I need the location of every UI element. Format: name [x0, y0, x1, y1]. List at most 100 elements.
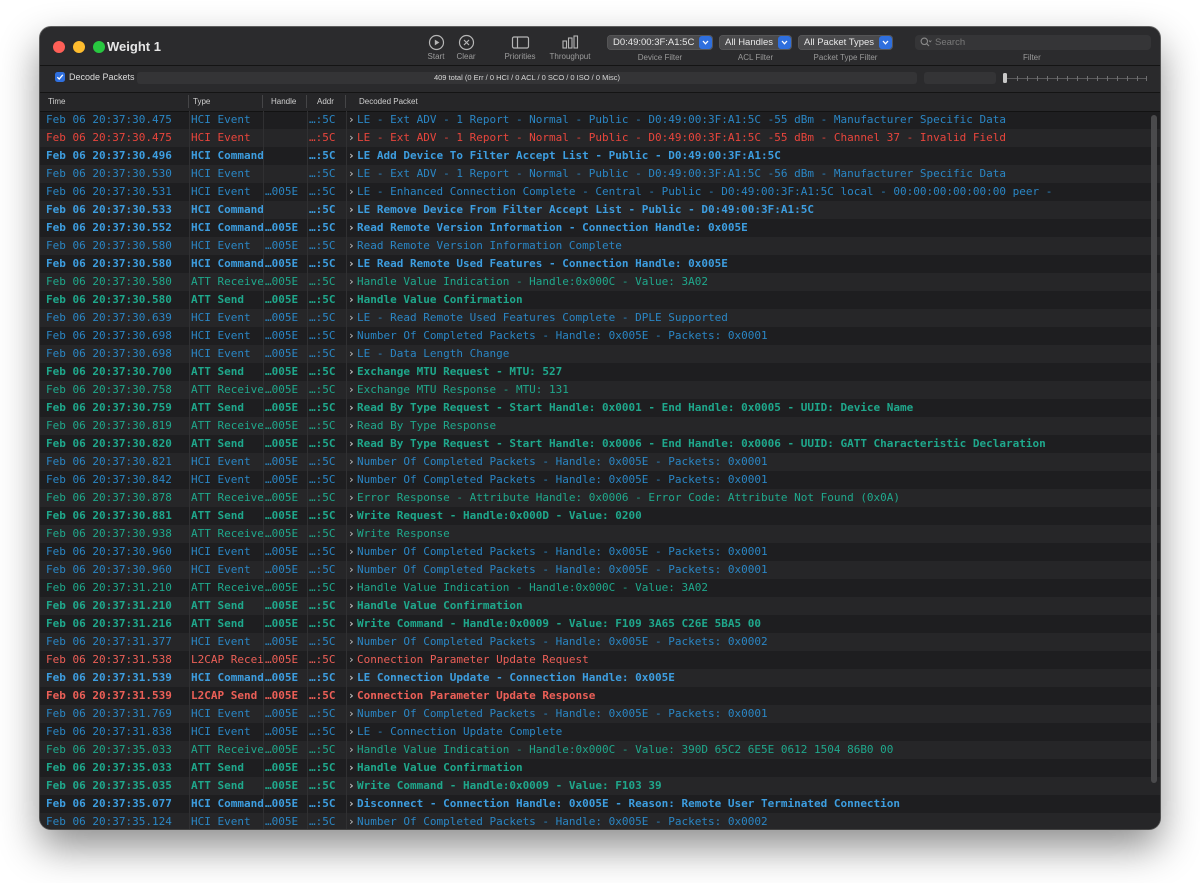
disclosure-chevron-icon[interactable]: ›	[348, 183, 356, 201]
disclosure-chevron-icon[interactable]: ›	[348, 813, 356, 829]
table-row[interactable]: Feb 06 20:37:35.077 HCI Command …005E …:5C ›…	[40, 795, 1160, 813]
priorities-button[interactable]: Priorities	[497, 34, 543, 61]
table-row[interactable]: Feb 06 20:37:31.538 L2CAP Receive…005E …:5…	[40, 651, 1160, 669]
packet-type-filter-popup[interactable]: All Packet Types	[798, 35, 893, 50]
disclosure-chevron-icon[interactable]: ›	[348, 543, 356, 561]
table-row[interactable]: Feb 06 20:37:31.216 ATT Send …005E …:5C › Wri…	[40, 615, 1160, 633]
table-row[interactable]: Feb 06 20:37:31.539 HCI Command …005E …:5C ›…	[40, 669, 1160, 687]
column-header-decoded-packet[interactable]: Decoded Packet	[353, 97, 418, 106]
disclosure-chevron-icon[interactable]: ›	[348, 111, 356, 129]
clear-button[interactable]: Clear	[443, 34, 489, 61]
disclosure-chevron-icon[interactable]: ›	[348, 417, 356, 435]
disclosure-chevron-icon[interactable]: ›	[348, 291, 356, 309]
table-row[interactable]: Feb 06 20:37:31.539 L2CAP Send …005E …:5C › C…	[40, 687, 1160, 705]
disclosure-chevron-icon[interactable]: ›	[348, 165, 356, 183]
disclosure-chevron-icon[interactable]: ›	[348, 741, 356, 759]
disclosure-chevron-icon[interactable]: ›	[348, 219, 356, 237]
disclosure-chevron-icon[interactable]: ›	[348, 669, 356, 687]
disclosure-chevron-icon[interactable]: ›	[348, 615, 356, 633]
table-row[interactable]: Feb 06 20:37:30.475 HCI Event …:5C › LE - Ex…	[40, 111, 1160, 129]
disclosure-chevron-icon[interactable]: ›	[348, 795, 356, 813]
disclosure-chevron-icon[interactable]: ›	[348, 255, 356, 273]
table-row[interactable]: Feb 06 20:37:30.533 HCI Command …:5C › LE Re…	[40, 201, 1160, 219]
table-row[interactable]: Feb 06 20:37:30.531 HCI Event …005E …:5C › LE…	[40, 183, 1160, 201]
disclosure-chevron-icon[interactable]: ›	[348, 147, 356, 165]
table-row[interactable]: Feb 06 20:37:30.580 ATT Receive …005E …:5C ›…	[40, 273, 1160, 291]
table-row[interactable]: Feb 06 20:37:30.700 ATT Send …005E …:5C › Exc…	[40, 363, 1160, 381]
disclosure-chevron-icon[interactable]: ›	[348, 129, 356, 147]
vertical-scrollbar[interactable]	[1151, 115, 1157, 783]
disclosure-chevron-icon[interactable]: ›	[348, 507, 356, 525]
table-row[interactable]: Feb 06 20:37:30.580 HCI Command …005E …:5C ›…	[40, 255, 1160, 273]
disclosure-chevron-icon[interactable]: ›	[348, 309, 356, 327]
disclosure-chevron-icon[interactable]: ›	[348, 237, 356, 255]
table-row[interactable]: Feb 06 20:37:30.698 HCI Event …005E …:5C › Nu…	[40, 327, 1160, 345]
table-row[interactable]: Feb 06 20:37:30.475 HCI Event …:5C › LE - Ex…	[40, 129, 1160, 147]
table-row[interactable]: Feb 06 20:37:31.769 HCI Event …005E …:5C › Nu…	[40, 705, 1160, 723]
table-row[interactable]: Feb 06 20:37:30.759 ATT Send …005E …:5C › Rea…	[40, 399, 1160, 417]
table-row[interactable]: Feb 06 20:37:30.820 ATT Send …005E …:5C › Rea…	[40, 435, 1160, 453]
disclosure-chevron-icon[interactable]: ›	[348, 597, 356, 615]
table-row[interactable]: Feb 06 20:37:30.960 HCI Event …005E …:5C › Nu…	[40, 543, 1160, 561]
table-row[interactable]: Feb 06 20:37:31.210 ATT Receive …005E …:5C ›…	[40, 579, 1160, 597]
table-row[interactable]: Feb 06 20:37:30.758 ATT Receive …005E …:5C ›…	[40, 381, 1160, 399]
column-header-handle[interactable]: Handle	[265, 97, 296, 106]
table-row[interactable]: Feb 06 20:37:31.377 HCI Event …005E …:5C › Nu…	[40, 633, 1160, 651]
disclosure-chevron-icon[interactable]: ›	[348, 399, 356, 417]
column-header-addr[interactable]: Addr	[311, 97, 334, 106]
acl-filter-popup[interactable]: All Handles	[719, 35, 792, 50]
table-row[interactable]: Feb 06 20:37:30.639 HCI Event …005E …:5C › LE…	[40, 309, 1160, 327]
disclosure-chevron-icon[interactable]: ›	[348, 345, 356, 363]
table-row[interactable]: Feb 06 20:37:30.698 HCI Event …005E …:5C › LE…	[40, 345, 1160, 363]
disclosure-chevron-icon[interactable]: ›	[348, 561, 356, 579]
table-row[interactable]: Feb 06 20:37:30.821 HCI Event …005E …:5C › Nu…	[40, 453, 1160, 471]
slider-knob[interactable]	[1003, 73, 1007, 83]
close-window-button[interactable]	[53, 41, 65, 53]
zoom-window-button[interactable]	[93, 41, 105, 53]
table-row[interactable]: Feb 06 20:37:30.496 HCI Command …:5C › LE Ad…	[40, 147, 1160, 165]
table-row[interactable]: Feb 06 20:37:35.035 ATT Send …005E …:5C › Wri…	[40, 777, 1160, 795]
table-row[interactable]: Feb 06 20:37:31.838 HCI Event …005E …:5C › LE…	[40, 723, 1160, 741]
disclosure-chevron-icon[interactable]: ›	[348, 453, 356, 471]
minimize-window-button[interactable]	[73, 41, 85, 53]
table-row[interactable]: Feb 06 20:37:30.580 HCI Event …005E …:5C › Re…	[40, 237, 1160, 255]
disclosure-chevron-icon[interactable]: ›	[348, 759, 356, 777]
column-header-time[interactable]: Time	[42, 97, 65, 106]
disclosure-chevron-icon[interactable]: ›	[348, 489, 356, 507]
device-filter-popup[interactable]: D0:49:00:3F:A1:5C	[607, 35, 713, 50]
table-row[interactable]: Feb 06 20:37:30.842 HCI Event …005E …:5C › Nu…	[40, 471, 1160, 489]
column-header-type[interactable]: Type	[187, 97, 210, 106]
disclosure-chevron-icon[interactable]: ›	[348, 777, 356, 795]
search-field[interactable]: Search	[915, 35, 1151, 50]
disclosure-chevron-icon[interactable]: ›	[348, 525, 356, 543]
decode-packets-checkbox[interactable]: Decode Packets	[55, 72, 135, 82]
table-row[interactable]: Feb 06 20:37:30.552 HCI Command …005E …:5C ›…	[40, 219, 1160, 237]
table-row[interactable]: Feb 06 20:37:30.819 ATT Receive …005E …:5C ›…	[40, 417, 1160, 435]
table-row[interactable]: Feb 06 20:37:30.878 ATT Receive …005E …:5C ›…	[40, 489, 1160, 507]
table-row[interactable]: Feb 06 20:37:35.033 ATT Send …005E …:5C › Han…	[40, 759, 1160, 777]
table-row[interactable]: Feb 06 20:37:30.530 HCI Event …:5C › LE - Ex…	[40, 165, 1160, 183]
disclosure-chevron-icon[interactable]: ›	[348, 705, 356, 723]
table-row[interactable]: Feb 06 20:37:31.210 ATT Send …005E …:5C › Han…	[40, 597, 1160, 615]
disclosure-chevron-icon[interactable]: ›	[348, 201, 356, 219]
disclosure-chevron-icon[interactable]: ›	[348, 723, 356, 741]
disclosure-chevron-icon[interactable]: ›	[348, 327, 356, 345]
table-row[interactable]: Feb 06 20:37:30.938 ATT Receive …005E …:5C ›…	[40, 525, 1160, 543]
table-row[interactable]: Feb 06 20:37:30.960 HCI Event …005E …:5C › Nu…	[40, 561, 1160, 579]
disclosure-chevron-icon[interactable]: ›	[348, 687, 356, 705]
disclosure-chevron-icon[interactable]: ›	[348, 435, 356, 453]
table-row[interactable]: Feb 06 20:37:35.033 ATT Receive …005E …:5C ›…	[40, 741, 1160, 759]
zoom-slider[interactable]	[1003, 72, 1147, 84]
disclosure-chevron-icon[interactable]: ›	[348, 381, 356, 399]
table-row[interactable]: Feb 06 20:37:30.881 ATT Send …005E …:5C › Wri…	[40, 507, 1160, 525]
disclosure-chevron-icon[interactable]: ›	[348, 651, 356, 669]
disclosure-chevron-icon[interactable]: ›	[348, 273, 356, 291]
throughput-button[interactable]: Throughput	[547, 34, 593, 61]
disclosure-chevron-icon[interactable]: ›	[348, 633, 356, 651]
disclosure-chevron-icon[interactable]: ›	[348, 363, 356, 381]
disclosure-chevron-icon[interactable]: ›	[348, 471, 356, 489]
table-row[interactable]: Feb 06 20:37:30.580 ATT Send …005E …:5C › Han…	[40, 291, 1160, 309]
column-divider	[307, 309, 308, 327]
table-row[interactable]: Feb 06 20:37:35.124 HCI Event …005E …:5C › Nu…	[40, 813, 1160, 829]
disclosure-chevron-icon[interactable]: ›	[348, 579, 356, 597]
